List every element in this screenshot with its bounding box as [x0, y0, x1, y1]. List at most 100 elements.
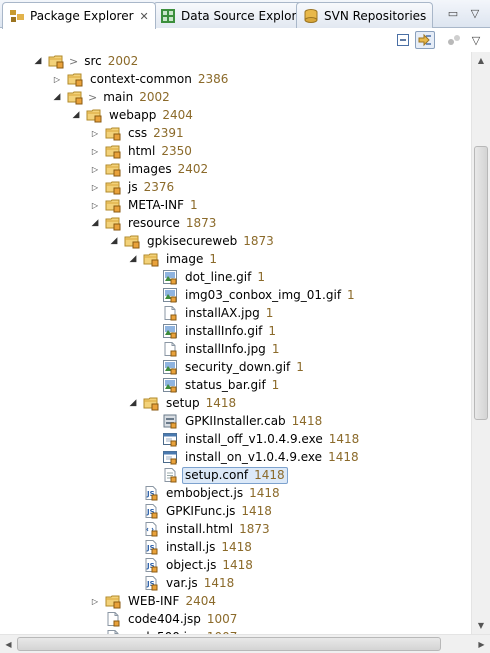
- tree-folder-row[interactable]: ◢ gpkisecureweb 1873: [0, 232, 471, 250]
- tree-file-row[interactable]: security_down.gif 1: [0, 358, 471, 376]
- tree-item-label-group[interactable]: install.js 1418: [163, 539, 255, 556]
- tree-file-row[interactable]: img03_conbox_img_01.gif 1: [0, 286, 471, 304]
- tree-file-row[interactable]: status_bar.gif 1: [0, 376, 471, 394]
- expanded-triangle-icon[interactable]: ◢: [106, 233, 122, 249]
- vertical-scroll-thumb[interactable]: [474, 146, 488, 420]
- tree-item-label-group[interactable]: webapp 2404: [106, 107, 196, 124]
- expanded-triangle-icon[interactable]: ◢: [87, 215, 103, 231]
- scroll-up-arrow-icon[interactable]: ▲: [472, 52, 490, 69]
- tree-file-row[interactable]: JS object.js 1418: [0, 556, 471, 574]
- tree-item-label-group[interactable]: embobject.js 1418: [163, 485, 283, 502]
- tree-item-label-group[interactable]: gpkisecureweb 1873: [144, 233, 277, 250]
- close-icon[interactable]: ✕: [140, 10, 149, 23]
- tree-item-label-group[interactable]: images 2402: [125, 161, 211, 178]
- tree-item-label-group[interactable]: dot_line.gif 1: [182, 269, 268, 286]
- javascript-file-icon: JS: [143, 557, 159, 573]
- tree-item-label-group[interactable]: image 1: [163, 251, 220, 268]
- tree-file-row[interactable]: install_off_v1.0.4.9.exe 1418: [0, 430, 471, 448]
- tree-file-row[interactable]: GPKIInstaller.cab 1418: [0, 412, 471, 430]
- horizontal-scrollbar[interactable]: ◀ ▶: [0, 634, 490, 653]
- tree-item-label-group[interactable]: GPKIInstaller.cab 1418: [182, 413, 325, 430]
- tree-item-label-group[interactable]: install_on_v1.0.4.9.exe 1418: [182, 449, 362, 466]
- minimize-icon[interactable]: ▭: [444, 5, 462, 21]
- tab-data-source-explorer[interactable]: Data Source Explorer: [153, 2, 316, 28]
- tree-file-row[interactable]: dot_line.gif 1: [0, 268, 471, 286]
- tree-folder-row[interactable]: ▷ images 2402: [0, 160, 471, 178]
- collapse-all-icon[interactable]: [393, 31, 413, 49]
- tree-item-label-group[interactable]: resource 1873: [125, 215, 219, 232]
- tree-file-row[interactable]: installAX.jpg 1: [0, 304, 471, 322]
- tree-folder-row[interactable]: ▷ META-INF 1: [0, 196, 471, 214]
- tab-svn-repositories[interactable]: SVN Repositories: [296, 2, 434, 28]
- tree-file-row[interactable]: JS GPKIFunc.js 1418: [0, 502, 471, 520]
- tree-item-label-group[interactable]: install_off_v1.0.4.9.exe 1418: [182, 431, 362, 448]
- tree-item-label-group[interactable]: security_down.gif 1: [182, 359, 307, 376]
- horizontal-scroll-thumb[interactable]: [17, 637, 441, 651]
- tree-item-label-group[interactable]: img03_conbox_img_01.gif 1: [182, 287, 358, 304]
- expanded-triangle-icon[interactable]: ◢: [30, 53, 46, 69]
- tree-item-label-group[interactable]: context-common 2386: [87, 71, 231, 88]
- tree-file-row[interactable]: JS var.js 1418: [0, 574, 471, 592]
- tree-item-label-group[interactable]: install.html 1873: [163, 521, 273, 538]
- package-explorer-tree[interactable]: ◢ > src 2002 ▷ context-common 2386 ◢ > main 2002 ◢ w…: [0, 52, 471, 634]
- tree-item-label-group[interactable]: GPKIFunc.js 1418: [163, 503, 275, 520]
- tree-folder-row[interactable]: ▷ css 2391: [0, 124, 471, 142]
- tree-file-row[interactable]: installInfo.jpg 1: [0, 340, 471, 358]
- tree-folder-row[interactable]: ▷ js 2376: [0, 178, 471, 196]
- tree-item-label-group[interactable]: setup 1418: [163, 395, 239, 412]
- collapsed-triangle-icon[interactable]: ▷: [87, 143, 103, 159]
- tree-folder-row[interactable]: ▷ context-common 2386: [0, 70, 471, 88]
- focus-on-active-task-icon[interactable]: [444, 31, 464, 49]
- tree-folder-row[interactable]: ◢ > src 2002: [0, 52, 471, 70]
- tree-item-label-group[interactable]: installInfo.gif 1: [182, 323, 279, 340]
- tree-item-label-group[interactable]: WEB-INF 2404: [125, 593, 219, 610]
- collapsed-triangle-icon[interactable]: ▷: [87, 161, 103, 177]
- tree-folder-row[interactable]: ▷ WEB-INF 2404: [0, 592, 471, 610]
- expanded-triangle-icon[interactable]: ◢: [68, 107, 84, 123]
- toolbar-menu-chevron-icon[interactable]: ▽: [466, 31, 486, 49]
- tree-file-row[interactable]: installInfo.gif 1: [0, 322, 471, 340]
- scroll-right-arrow-icon[interactable]: ▶: [473, 635, 490, 653]
- tree-item-label-group[interactable]: META-INF 1: [125, 197, 201, 214]
- expanded-triangle-icon[interactable]: ◢: [49, 89, 65, 105]
- tree-file-row[interactable]: JS install.js 1418: [0, 538, 471, 556]
- collapsed-triangle-icon[interactable]: ▷: [87, 197, 103, 213]
- tree-folder-row[interactable]: ◢ image 1: [0, 250, 471, 268]
- expanded-triangle-icon[interactable]: ◢: [125, 251, 141, 267]
- vertical-scrollbar[interactable]: ▲ ▼: [471, 52, 490, 634]
- scroll-down-arrow-icon[interactable]: ▼: [472, 617, 490, 634]
- view-menu-chevron-icon[interactable]: ▽: [466, 5, 484, 21]
- collapsed-triangle-icon[interactable]: ▷: [49, 71, 65, 87]
- link-with-editor-icon[interactable]: [415, 31, 435, 49]
- tree-folder-row[interactable]: ◢ resource 1873: [0, 214, 471, 232]
- collapsed-triangle-icon[interactable]: ▷: [87, 125, 103, 141]
- collapsed-triangle-icon[interactable]: ▷: [87, 593, 103, 609]
- tree-folder-row[interactable]: ▷ html 2350: [0, 142, 471, 160]
- tree-item-label-group[interactable]: status_bar.gif 1: [182, 377, 282, 394]
- tree-item-label-group[interactable]: > src 2002: [68, 53, 141, 70]
- tree-item-label-group[interactable]: installInfo.jpg 1: [182, 341, 282, 358]
- tree-item-label: install_on_v1.0.4.9.exe: [185, 450, 323, 464]
- tree-folder-row[interactable]: ◢ webapp 2404: [0, 106, 471, 124]
- tree-folder-row[interactable]: ◢ > main 2002: [0, 88, 471, 106]
- tree-file-row[interactable]: code404.jsp 1007: [0, 610, 471, 628]
- tree-folder-row[interactable]: ◢ setup 1418: [0, 394, 471, 412]
- tree-item-label-group[interactable]: var.js 1418: [163, 575, 237, 592]
- tree-file-row[interactable]: install_on_v1.0.4.9.exe 1418: [0, 448, 471, 466]
- scroll-left-arrow-icon[interactable]: ◀: [0, 635, 17, 653]
- tree-item-label-group[interactable]: setup.conf 1418: [182, 466, 288, 484]
- tree-item-label-group[interactable]: js 2376: [125, 179, 177, 196]
- tree-item-label-group[interactable]: code404.jsp 1007: [125, 611, 240, 628]
- tab-package-explorer[interactable]: Package Explorer ✕: [2, 2, 156, 29]
- collapsed-triangle-icon[interactable]: ▷: [87, 179, 103, 195]
- tree-item-label-group[interactable]: html 2350: [125, 143, 195, 160]
- tree-item-label-group[interactable]: installAX.jpg 1: [182, 305, 276, 322]
- tree-file-row[interactable]: install.html 1873: [0, 520, 471, 538]
- expanded-triangle-icon[interactable]: ◢: [125, 395, 141, 411]
- tree-file-row[interactable]: setup.conf 1418: [0, 466, 471, 484]
- tree-item-label-group[interactable]: css 2391: [125, 125, 187, 142]
- tree-item-label-group[interactable]: > main 2002: [87, 89, 173, 106]
- tree-item-label-group[interactable]: object.js 1418: [163, 557, 256, 574]
- tree-file-row[interactable]: JS embobject.js 1418: [0, 484, 471, 502]
